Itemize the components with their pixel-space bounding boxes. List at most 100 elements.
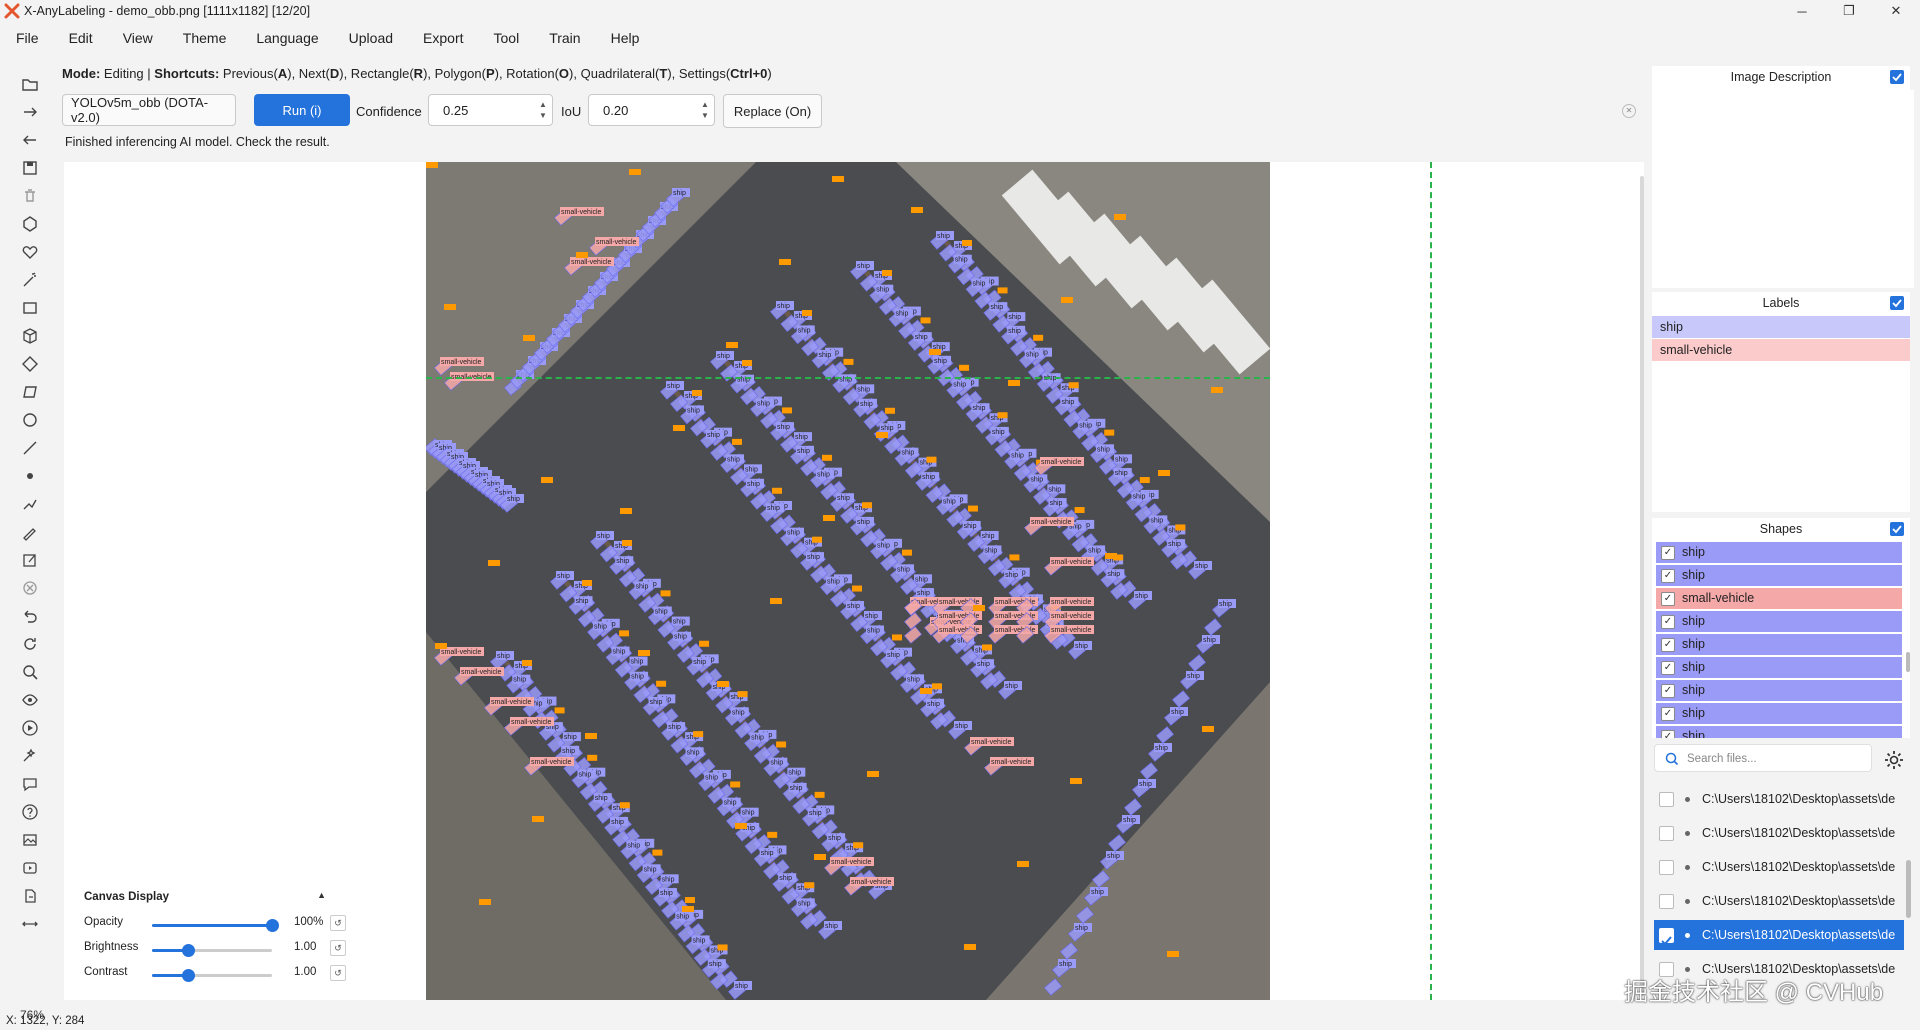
replace-toggle-button[interactable]: Replace (On) [723, 94, 822, 128]
contrast-reset-icon[interactable]: ↺ [330, 965, 346, 981]
rectangle-tool-icon[interactable] [18, 296, 42, 320]
file-list-item[interactable]: C:\Users\18102\Desktop\assets\de [1654, 784, 1904, 814]
shape-visibility-checkbox[interactable]: ✓ [1661, 661, 1675, 675]
file-list-item[interactable]: C:\Users\18102\Desktop\assets\de [1654, 852, 1904, 882]
brightness-slider-handle[interactable] [182, 944, 195, 957]
contrast-slider-handle[interactable] [182, 969, 195, 982]
shape-visibility-checkbox[interactable]: ✓ [1661, 730, 1675, 738]
confidence-down-icon[interactable]: ▼ [539, 112, 549, 120]
image-description-toggle-checkbox[interactable] [1890, 70, 1904, 84]
minimize-button[interactable]: ─ [1780, 0, 1824, 22]
menu-language[interactable]: Language [241, 26, 333, 50]
close-button[interactable]: ✕ [1874, 0, 1918, 22]
model-select[interactable]: YOLOv5m_obb (DOTA-v2.0) [62, 94, 236, 126]
magic-wand-icon[interactable] [18, 268, 42, 292]
maximize-button[interactable]: ❐ [1827, 0, 1871, 22]
delete-file-icon[interactable] [18, 184, 42, 208]
image-with-annotations[interactable]: ship ship ship ship ship ship ship ship ship ship… [426, 162, 1270, 1000]
auto-label-icon[interactable] [18, 744, 42, 768]
video-icon[interactable] [18, 856, 42, 880]
image-description-textarea[interactable] [1652, 90, 1914, 288]
ai-close-icon[interactable]: ✕ [1622, 104, 1636, 118]
contrast-slider[interactable] [152, 969, 272, 982]
settings-gear-icon[interactable] [1882, 748, 1906, 772]
shape-item[interactable]: ✓ ship [1656, 565, 1902, 586]
brush-tool-icon[interactable] [18, 520, 42, 544]
eye-icon[interactable] [18, 688, 42, 712]
linestrip-tool-icon[interactable] [18, 492, 42, 516]
file-checkbox[interactable] [1659, 928, 1674, 946]
shape-visibility-checkbox[interactable]: ✓ [1661, 638, 1675, 652]
file-list-item[interactable]: C:\Users\18102\Desktop\assets\de [1654, 818, 1904, 848]
menu-edit[interactable]: Edit [54, 26, 108, 50]
polygon-tool-icon[interactable] [18, 212, 42, 236]
shape-visibility-checkbox[interactable]: ✓ [1661, 546, 1675, 560]
quadrilateral-tool-icon[interactable] [18, 380, 42, 404]
confidence-spinbox[interactable]: 0.25 ▲ ▼ [428, 94, 553, 126]
shape-item[interactable]: ✓ ship [1656, 703, 1902, 724]
file-checkbox[interactable] [1659, 826, 1674, 841]
play-icon[interactable] [18, 716, 42, 740]
shapes-toggle-checkbox[interactable] [1890, 522, 1904, 536]
brightness-slider[interactable] [152, 944, 272, 957]
opacity-reset-icon[interactable]: ↺ [330, 915, 346, 931]
file-checkbox[interactable] [1659, 894, 1674, 909]
file-search-input[interactable]: Search files... [1654, 744, 1872, 772]
shape-item[interactable]: ✓ ship [1656, 634, 1902, 655]
file-checkbox[interactable] [1659, 860, 1674, 875]
label-item-ship[interactable]: ship [1652, 316, 1910, 338]
shape-visibility-checkbox[interactable]: ✓ [1661, 684, 1675, 698]
rotation-tool-icon[interactable] [18, 352, 42, 376]
iou-spinbox[interactable]: 0.20 ▲ ▼ [588, 94, 715, 126]
heart-tool-icon[interactable] [18, 240, 42, 264]
menu-view[interactable]: View [108, 26, 168, 50]
shape-item[interactable]: ✓ ship [1656, 680, 1902, 701]
menu-train[interactable]: Train [534, 26, 595, 50]
label-item-small-vehicle[interactable]: small-vehicle [1652, 339, 1910, 361]
shape-item[interactable]: ✓ ship [1656, 611, 1902, 632]
shapes-scrollbar[interactable] [1906, 652, 1910, 672]
shape-visibility-checkbox[interactable]: ✓ [1661, 615, 1675, 629]
export-icon[interactable] [18, 884, 42, 908]
point-tool-icon[interactable] [18, 464, 42, 488]
next-image-icon[interactable] [18, 100, 42, 124]
shape-item[interactable]: ✓ small-vehicle [1656, 588, 1902, 609]
file-checkbox[interactable] [1659, 792, 1674, 807]
image-icon[interactable] [18, 828, 42, 852]
prev-image-icon[interactable] [18, 128, 42, 152]
open-folder-icon[interactable] [18, 72, 42, 96]
file-list-scrollbar[interactable] [1906, 860, 1911, 918]
shape-visibility-checkbox[interactable]: ✓ [1661, 707, 1675, 721]
menu-help[interactable]: Help [596, 26, 655, 50]
redo-icon[interactable] [18, 632, 42, 656]
opacity-slider[interactable] [152, 919, 279, 932]
cancel-icon[interactable] [18, 576, 42, 600]
zoom-tool-icon[interactable] [18, 660, 42, 684]
shape-item[interactable]: ✓ ship [1656, 542, 1902, 563]
shape-item[interactable]: ✓ ship [1656, 657, 1902, 678]
brightness-reset-icon[interactable]: ↺ [330, 940, 346, 956]
iou-down-icon[interactable]: ▼ [701, 112, 711, 120]
menu-file[interactable]: File [0, 26, 54, 50]
save-icon[interactable] [18, 156, 42, 180]
file-list-item[interactable]: C:\Users\18102\Desktop\assets\de [1654, 920, 1904, 950]
shape-item[interactable]: ✓ ship [1656, 726, 1902, 738]
run-button[interactable]: Run (i) [254, 94, 350, 126]
circle-tool-icon[interactable] [18, 408, 42, 432]
menu-theme[interactable]: Theme [168, 26, 242, 50]
shape-visibility-checkbox[interactable]: ✓ [1661, 569, 1675, 583]
undo-icon[interactable] [18, 604, 42, 628]
iou-up-icon[interactable]: ▲ [701, 101, 711, 109]
labels-toggle-checkbox[interactable] [1890, 296, 1904, 310]
canvas-vertical-scrollbar[interactable] [1640, 176, 1644, 996]
chat-icon[interactable] [18, 772, 42, 796]
edit-tool-icon[interactable] [18, 548, 42, 572]
confidence-up-icon[interactable]: ▲ [539, 101, 549, 109]
menu-export[interactable]: Export [408, 26, 478, 50]
fit-width-icon[interactable] [18, 912, 42, 936]
file-list-item[interactable]: C:\Users\18102\Desktop\assets\de [1654, 886, 1904, 916]
shape-visibility-checkbox[interactable]: ✓ [1661, 592, 1675, 606]
opacity-slider-handle[interactable] [266, 919, 279, 932]
cube-tool-icon[interactable] [18, 324, 42, 348]
line-tool-icon[interactable] [18, 436, 42, 460]
